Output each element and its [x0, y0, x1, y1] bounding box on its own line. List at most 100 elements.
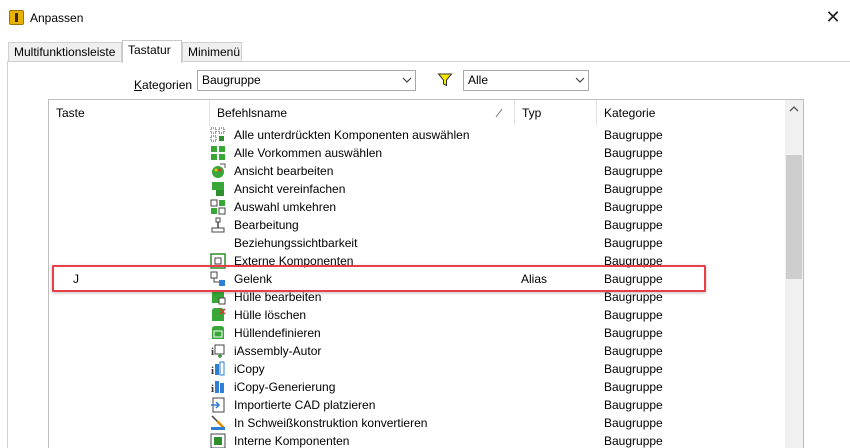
delete-envelope-icon: [212, 308, 226, 321]
cell-command: Alle unterdrückten Komponenten auswählen: [234, 128, 470, 142]
cell-category: Baugruppe: [604, 182, 663, 196]
joint-icon: [210, 271, 225, 286]
define-envelope-icon: [212, 326, 224, 339]
table-row[interactable]: Hülle löschen Baugruppe: [49, 306, 785, 324]
cell-command: iCopy: [234, 362, 265, 376]
table-row[interactable]: Ansicht vereinfachen Baugruppe: [49, 180, 785, 198]
app-icon: [9, 10, 24, 25]
select-suppressed-icon: [210, 127, 225, 142]
external-components-icon: [210, 253, 226, 269]
table-row[interactable]: In Schweißkonstruktion konvertieren Baug…: [49, 414, 785, 432]
category-label: Kategorien: [134, 78, 192, 92]
cell-command: In Schweißkonstruktion konvertieren: [234, 416, 428, 430]
command-list[interactable]: Taste Befehlsname Typ Kategorie Alle unt…: [48, 99, 804, 448]
tab-tastatur[interactable]: Tastatur: [122, 40, 182, 63]
cell-command: Externe Komponenten: [234, 254, 354, 268]
cell-category: Baugruppe: [604, 272, 663, 286]
tab-minimenu[interactable]: Minimenü: [182, 42, 242, 62]
svg-text:i: i: [211, 346, 214, 358]
internal-components-icon: [210, 433, 226, 448]
category-label-text: ategorien: [142, 78, 193, 92]
cell-command: Hülle bearbeiten: [234, 290, 322, 304]
machining-icon: [211, 217, 225, 233]
table-row[interactable]: Hülle bearbeiten Baugruppe: [49, 288, 785, 306]
cell-category: Baugruppe: [604, 380, 663, 394]
table-row[interactable]: i iCopy-Generierung Baugruppe: [49, 378, 785, 396]
cell-category: Baugruppe: [604, 344, 663, 358]
cell-command: Interne Komponenten: [234, 434, 350, 448]
tab-multifunktionsleiste[interactable]: Multifunktionsleiste: [8, 42, 122, 62]
table-row[interactable]: Alle Vorkommen auswählen Baugruppe: [49, 144, 785, 162]
cell-category: Baugruppe: [604, 218, 663, 232]
cell-category: Baugruppe: [604, 308, 663, 322]
column-header-befehlsname[interactable]: Befehlsname: [210, 100, 515, 126]
cell-category: Baugruppe: [604, 398, 663, 412]
table-row[interactable]: Hüllendefinieren Baugruppe: [49, 324, 785, 342]
cell-category: Baugruppe: [604, 326, 663, 340]
table-row[interactable]: J Gelenk Alias Baugruppe: [49, 270, 785, 288]
column-header-taste[interactable]: Taste: [49, 100, 210, 126]
filter-icon[interactable]: [437, 72, 453, 88]
vertical-scrollbar[interactable]: [785, 100, 803, 448]
select-all-occurrences-icon: [211, 146, 225, 160]
table-row[interactable]: Ansicht bearbeiten Baugruppe: [49, 162, 785, 180]
cell-command: Hüllendefinieren: [234, 326, 321, 340]
type-select[interactable]: Alle: [463, 70, 589, 91]
title-bar: Anpassen ✕: [0, 0, 850, 36]
category-select-value: Baugruppe: [202, 73, 261, 87]
window-title: Anpassen: [30, 11, 84, 25]
icopy-generate-icon: i: [211, 381, 224, 395]
table-row[interactable]: Auswahl umkehren Baugruppe: [49, 198, 785, 216]
cell-command: Ansicht vereinfachen: [234, 182, 346, 196]
iassembly-author-icon: i: [211, 344, 225, 358]
column-header-typ[interactable]: Typ: [515, 100, 597, 126]
edit-view-icon: [212, 163, 226, 178]
table-row[interactable]: Alle unterdrückten Komponenten auswählen…: [49, 126, 785, 144]
cell-category: Baugruppe: [604, 290, 663, 304]
cell-category: Baugruppe: [604, 146, 663, 160]
place-imported-cad-icon: [211, 397, 225, 413]
cell-command: Alle Vorkommen auswählen: [234, 146, 383, 160]
table-row[interactable]: i iCopy Baugruppe: [49, 360, 785, 378]
chevron-down-icon: [575, 77, 585, 83]
cell-category: Baugruppe: [604, 416, 663, 430]
table-row[interactable]: Importierte CAD platzieren Baugruppe: [49, 396, 785, 414]
cell-command: Bearbeitung: [234, 218, 299, 232]
cell-type: Alias: [521, 272, 548, 286]
category-label-accelerator: K: [134, 78, 143, 92]
tab-strip: Multifunktionsleiste Tastatur Minimenü: [0, 40, 850, 63]
table-row[interactable]: Beziehungssichtbarkeit Baugruppe: [49, 234, 785, 252]
cell-command: iCopy-Generierung: [234, 380, 336, 394]
table-row[interactable]: Interne Komponenten Baugruppe: [49, 432, 785, 448]
invert-selection-icon: [210, 199, 226, 215]
icopy-icon: i: [211, 361, 225, 377]
cell-category: Baugruppe: [604, 434, 663, 448]
cell-category: Baugruppe: [604, 362, 663, 376]
type-select-value: Alle: [468, 73, 489, 87]
edit-envelope-icon: [212, 290, 226, 305]
simplify-view-icon: [212, 182, 224, 196]
scroll-up-icon[interactable]: [789, 106, 799, 112]
cell-command: iAssembly-Autor: [234, 344, 322, 358]
cell-category: Baugruppe: [604, 236, 663, 250]
convert-weldment-icon: [211, 415, 225, 430]
cell-command: Gelenk: [234, 272, 273, 286]
cell-command: Auswahl umkehren: [234, 200, 337, 214]
table-row[interactable]: Bearbeitung Baugruppe: [49, 216, 785, 234]
list-header: Taste Befehlsname Typ Kategorie: [49, 100, 785, 126]
cell-key: J: [73, 272, 79, 286]
cell-category: Baugruppe: [604, 164, 663, 178]
table-row[interactable]: Externe Komponenten Baugruppe: [49, 252, 785, 270]
svg-text:i: i: [211, 365, 214, 377]
cell-command: Importierte CAD platzieren: [234, 398, 376, 412]
category-select[interactable]: Baugruppe: [197, 70, 416, 91]
cell-category: Baugruppe: [604, 200, 663, 214]
close-button[interactable]: ✕: [818, 4, 848, 30]
scrollbar-thumb[interactable]: [786, 155, 802, 279]
cell-command: Ansicht bearbeiten: [234, 164, 334, 178]
column-header-kategorie[interactable]: Kategorie: [597, 100, 785, 126]
cell-category: Baugruppe: [604, 254, 663, 268]
cell-command: Hülle löschen: [234, 308, 307, 322]
table-row[interactable]: i iAssembly-Autor Baugruppe: [49, 342, 785, 360]
svg-text:i: i: [211, 383, 214, 395]
